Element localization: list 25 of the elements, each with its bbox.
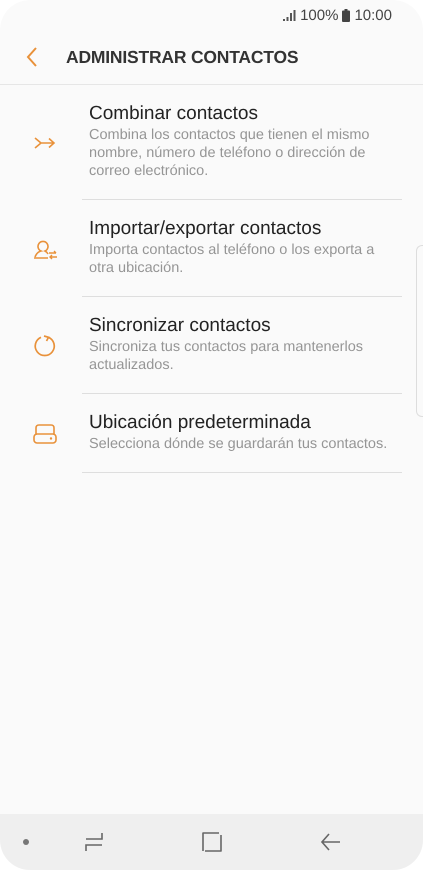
dot-icon	[23, 839, 29, 845]
item-description: Importa contactos al teléfono o los exporta a otra ubicación.	[89, 241, 376, 277]
signal-icon	[283, 10, 296, 20]
person-arrows-icon	[32, 238, 58, 260]
menu-item[interactable]: Importar/exportar contactos Importa contactos al teléfono o los exporta a otra ubicación.	[0, 200, 423, 297]
item-description: Combina los contactos que tienen el mismo nombre, número de teléfono o dirección de correo electrónico.	[89, 126, 370, 180]
recent-apps-icon[interactable]	[84, 832, 104, 852]
item-title: Importar/exportar contactos	[89, 217, 322, 241]
battery-icon	[342, 8, 350, 22]
clock: 10:00	[354, 6, 392, 24]
item-title: Combinar contactos	[89, 102, 259, 126]
item-description: Sincroniza tus contactos para mantenerlos actualizados.	[89, 338, 364, 374]
merge-arrow-icon	[34, 136, 56, 148]
back-arrow-icon[interactable]	[321, 832, 341, 852]
page-title: ADMINISTRAR CONTACTOS	[66, 46, 298, 68]
battery-percentage: 100%	[300, 6, 338, 24]
menu-item[interactable]: Sincronizar contactos Sincroniza tus contactos para mantenerlos actualizados.	[0, 297, 423, 394]
item-title: Sincronizar contactos	[89, 314, 272, 338]
menu-item[interactable]: Ubicación predeterminada Selecciona dónde se guardarán tus contactos.	[0, 394, 423, 473]
item-description: Selecciona dónde se guardarán tus contactos.	[89, 435, 388, 453]
refresh-icon	[32, 334, 56, 358]
menu-item[interactable]: Combinar contactos Combina los contactos que tienen el mismo nombre, número de teléfono o dirección de correo electrónico.	[0, 85, 423, 200]
storage-icon	[32, 424, 56, 444]
home-icon[interactable]	[202, 832, 222, 852]
item-title: Ubicación predeterminada	[89, 411, 312, 435]
